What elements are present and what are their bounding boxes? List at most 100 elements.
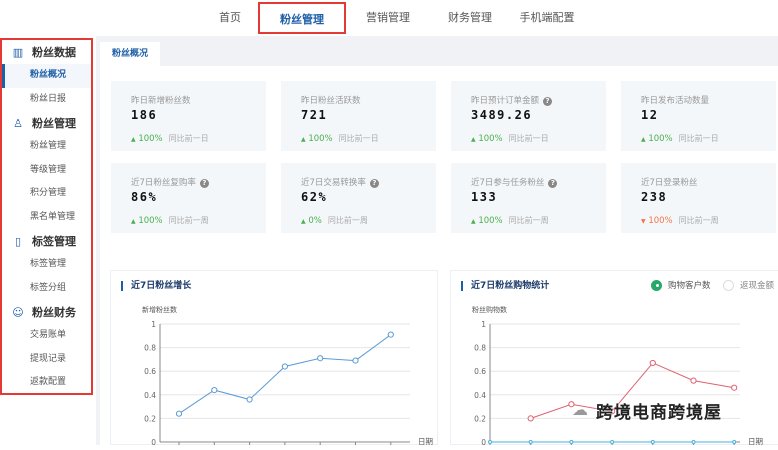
data-point: [691, 440, 696, 444]
data-point: [690, 377, 697, 384]
stat-compare: 同比前一日: [508, 134, 549, 143]
legend-customers[interactable]: 购物客户数: [651, 279, 711, 291]
stat-change-value: 100%: [308, 134, 333, 144]
data-point: [488, 440, 492, 444]
tab-fan-overview[interactable]: 粉丝概况: [100, 42, 160, 66]
stat-value: 186: [131, 108, 158, 122]
radio-selected-icon: [651, 279, 662, 291]
y-tick-label: 0.8: [144, 344, 156, 353]
data-point: [246, 396, 253, 403]
triangle-up-icon: ▲: [131, 136, 136, 143]
sidebar-item[interactable]: 返款配置: [2, 371, 91, 395]
content-area: 粉丝概况 近7日粉丝增长 新增粉丝数00.20.40.60.8105-0405-…: [96, 36, 778, 450]
sidebar-item[interactable]: 黑名单管理: [2, 206, 91, 230]
stat-value: 238: [641, 190, 668, 204]
sidebar-group-label: 标签管理: [32, 235, 76, 248]
stat-label: 昨日预计订单金额?: [471, 94, 553, 106]
sidebar: ▥ 粉丝数据 粉丝概况 粉丝日报 ♙ 粉丝管理 粉丝管理 等级管理 积分管理 黑名单管理 ▯ 标签管理…: [0, 38, 93, 395]
stat-label-text: 昨日粉丝活跃数: [301, 96, 361, 106]
data-point: [650, 440, 655, 444]
y-axis-label: 新增粉丝数: [142, 305, 177, 314]
nav-tab-4[interactable]: 手机端配置: [507, 2, 587, 34]
stat-label-text: 近7日参与任务粉丝: [471, 178, 545, 188]
data-point: [317, 355, 324, 362]
stat-label-text: 近7日粉丝复购率: [131, 178, 196, 188]
bookmark-icon: ▯: [14, 234, 22, 248]
sidebar-item[interactable]: 标签管理: [2, 253, 91, 277]
fan-shopping-title: 近7日粉丝购物统计: [461, 281, 549, 291]
fan-growth-panel: 近7日粉丝增长 新增粉丝数00.20.40.60.8105-0405-0505-…: [110, 270, 438, 450]
triangle-up-icon: ▲: [471, 136, 476, 143]
sidebar-item[interactable]: 标签分组: [2, 277, 91, 301]
stat-change: ▲ 100% 同比前一日: [131, 133, 209, 144]
data-point: [528, 440, 533, 444]
stat-card: 昨日发布活动数量 12 ▲ 100% 同比前一日: [621, 81, 776, 151]
nav-tab-0[interactable]: 首页: [210, 2, 250, 34]
stat-card: 昨日预计订单金额? 3489.26 ▲ 100% 同比前一日: [451, 81, 606, 151]
top-nav: 首页 粉丝管理 营销管理 财务管理 手机端配置: [0, 0, 778, 36]
stat-change-value: 100%: [478, 134, 503, 144]
data-point: [731, 384, 738, 391]
stat-change: ▲ 100% 同比前一周: [131, 215, 209, 226]
sidebar-item[interactable]: 粉丝概况: [2, 64, 91, 88]
sidebar-item[interactable]: 积分管理: [2, 182, 91, 206]
stat-label: 近7日粉丝复购率?: [131, 176, 209, 188]
stat-compare: 同比前一日: [338, 134, 379, 143]
sidebar-item[interactable]: 粉丝日报: [2, 88, 91, 112]
sidebar-group[interactable]: ♙ 粉丝管理: [2, 111, 91, 135]
help-icon[interactable]: ?: [369, 179, 379, 188]
sidebar-group-label: 粉丝财务: [32, 306, 76, 319]
data-point: [281, 363, 288, 370]
stat-card: 近7日登录粉丝 238 ▼ 100% 同比前一周: [621, 163, 776, 233]
y-tick-label: 0.6: [474, 367, 486, 376]
help-icon[interactable]: ?: [543, 97, 553, 106]
nav-tab-2[interactable]: 营销管理: [358, 2, 418, 34]
stat-value: 86%: [131, 190, 158, 204]
sidebar-group[interactable]: ▯ 标签管理: [2, 229, 91, 253]
stat-label-text: 近7日登录粉丝: [641, 178, 698, 188]
users-icon: ☺: [12, 305, 24, 319]
data-point: [610, 440, 615, 444]
fan-growth-chart: 新增粉丝数00.20.40.60.8105-0405-0505-0605-070…: [142, 305, 433, 450]
y-tick-label: 1: [151, 320, 156, 329]
stat-change: ▲ 100% 同比前一日: [641, 133, 719, 144]
stat-compare: 同比前一周: [508, 216, 549, 225]
y-tick-label: 0.4: [144, 391, 156, 400]
stat-label: 近7日交易转换率?: [301, 176, 379, 188]
legend-label: 购物客户数: [668, 281, 711, 291]
stat-change: ▲ 100% 同比前一日: [301, 133, 379, 144]
stat-value: 12: [641, 108, 659, 122]
y-tick-label: 0.2: [474, 414, 486, 423]
help-icon[interactable]: ?: [199, 179, 209, 188]
stat-change-value: 100%: [648, 134, 673, 144]
y-tick-label: 0.2: [144, 414, 156, 423]
nav-tab-1[interactable]: 粉丝管理: [258, 2, 346, 34]
stat-change: ▼ 100% 同比前一周: [641, 215, 719, 226]
sidebar-item[interactable]: 提现记录: [2, 348, 91, 372]
wechat-icon: ☁: [572, 400, 588, 419]
legend-cashback[interactable]: 返现金额: [723, 279, 774, 291]
legend-label: 返现金额: [740, 281, 775, 291]
stat-compare: 同比前一周: [678, 216, 719, 225]
stat-label-text: 昨日预计订单金额: [471, 96, 540, 106]
stat-compare: 同比前一周: [327, 216, 368, 225]
nav-tab-3[interactable]: 财务管理: [440, 2, 500, 34]
stat-label: 近7日参与任务粉丝?: [471, 176, 558, 188]
sidebar-item[interactable]: 等级管理: [2, 159, 91, 183]
stat-change-value: 100%: [138, 216, 163, 226]
main-panel: 近7日粉丝增长 新增粉丝数00.20.40.60.8105-0405-0505-…: [100, 66, 778, 450]
sidebar-item[interactable]: 粉丝管理: [2, 135, 91, 159]
user-icon: ♙: [13, 116, 23, 130]
help-icon[interactable]: ?: [548, 179, 558, 188]
stat-label-text: 近7日交易转换率: [301, 178, 366, 188]
stat-card: 近7日交易转换率? 62% ▲ 0% 同比前一周: [281, 163, 436, 233]
y-tick-label: 1: [481, 320, 486, 329]
sidebar-group[interactable]: ▥ 粉丝数据: [2, 40, 91, 64]
stat-compare: 同比前一日: [168, 134, 209, 143]
sidebar-group[interactable]: ☺ 粉丝财务: [2, 300, 91, 324]
stat-label: 昨日粉丝活跃数: [301, 94, 361, 106]
stat-label-text: 昨日新增粉丝数: [131, 96, 191, 106]
y-tick-label: 0.4: [474, 391, 486, 400]
fan-growth-title: 近7日粉丝增长: [121, 281, 191, 291]
sidebar-item[interactable]: 交易账单: [2, 324, 91, 348]
